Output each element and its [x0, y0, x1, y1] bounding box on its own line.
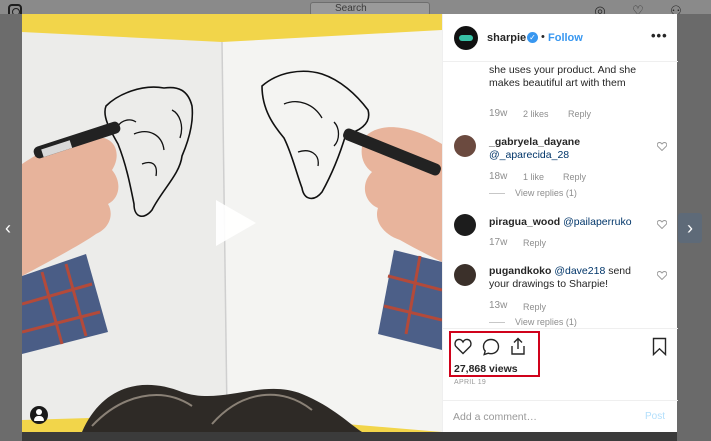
post-username[interactable]: sharpie — [487, 32, 526, 44]
comment-time[interactable]: 13w — [489, 300, 507, 311]
replies-divider — [489, 193, 505, 194]
tagged-user-icon[interactable] — [30, 406, 48, 424]
comment-text: she uses your product. And she makes bea… — [489, 64, 637, 89]
previous-post-chevron-left-icon[interactable]: ‹ — [0, 213, 16, 243]
comment-username[interactable]: pugandkoko — [489, 265, 551, 277]
highlight-annotation-box — [449, 331, 540, 377]
avatar[interactable] — [454, 26, 478, 50]
comment-text: _gabryela_dayane @_aparecida_28 — [489, 136, 654, 162]
post-header: sharpie ✓ • Follow ••• — [443, 14, 678, 62]
view-replies-button[interactable]: View replies (1) — [515, 317, 577, 327]
bookmark-save-icon[interactable] — [652, 337, 667, 356]
separator-dot: • — [541, 31, 545, 43]
comment-reply-button[interactable]: Reply — [563, 172, 586, 182]
like-comment-heart-icon[interactable] — [657, 220, 667, 229]
post-video[interactable] — [22, 14, 442, 432]
comment-mention[interactable]: @pailaperruko — [563, 216, 631, 228]
comment-reply-button[interactable]: Reply — [523, 302, 546, 312]
post-date: APRIL 19 — [454, 379, 487, 386]
background-feed — [22, 432, 677, 441]
comment-mention[interactable]: @dave218 — [554, 265, 605, 277]
follow-button[interactable]: Follow — [548, 32, 583, 44]
add-comment-input[interactable] — [453, 409, 633, 425]
comment-time[interactable]: 19w — [489, 108, 507, 119]
verified-badge-icon: ✓ — [527, 32, 538, 43]
play-icon[interactable] — [208, 200, 256, 246]
replies-divider — [489, 322, 505, 323]
avatar[interactable] — [454, 135, 476, 157]
like-comment-heart-icon[interactable] — [657, 142, 667, 151]
like-comment-heart-icon[interactable] — [657, 271, 667, 280]
comment-time[interactable]: 17w — [489, 237, 507, 248]
comment-text: piragua_wood @pailaperruko — [489, 216, 654, 229]
comment-username[interactable]: _gabryela_dayane — [489, 136, 580, 148]
comment-reply-button[interactable]: Reply — [568, 109, 591, 119]
avatar[interactable] — [454, 214, 476, 236]
comment-reply-button[interactable]: Reply — [523, 238, 546, 248]
post-actions: 27,868 views APRIL 19 — [443, 328, 678, 408]
post-comment-button[interactable]: Post — [645, 411, 665, 422]
comment-likes[interactable]: 1 like — [523, 172, 544, 182]
post-modal: sharpie ✓ • Follow ••• she uses your pro… — [22, 14, 678, 432]
avatar[interactable] — [454, 264, 476, 286]
view-replies-button[interactable]: View replies (1) — [515, 188, 577, 198]
next-post-chevron-right-icon[interactable]: › — [678, 213, 702, 243]
comment-mention[interactable]: @_aparecida_28 — [489, 149, 569, 161]
add-comment-bar: Post — [443, 400, 678, 432]
comment-text: pugandkoko @dave218 send your drawings t… — [489, 265, 654, 291]
comments-list[interactable]: she uses your product. And she makes bea… — [443, 63, 678, 328]
comment-username[interactable]: piragua_wood — [489, 216, 560, 228]
post-details-panel: sharpie ✓ • Follow ••• she uses your pro… — [442, 14, 678, 432]
more-options-icon[interactable]: ••• — [651, 28, 668, 43]
comment-likes[interactable]: 2 likes — [523, 109, 549, 119]
comment-time[interactable]: 18w — [489, 171, 507, 182]
